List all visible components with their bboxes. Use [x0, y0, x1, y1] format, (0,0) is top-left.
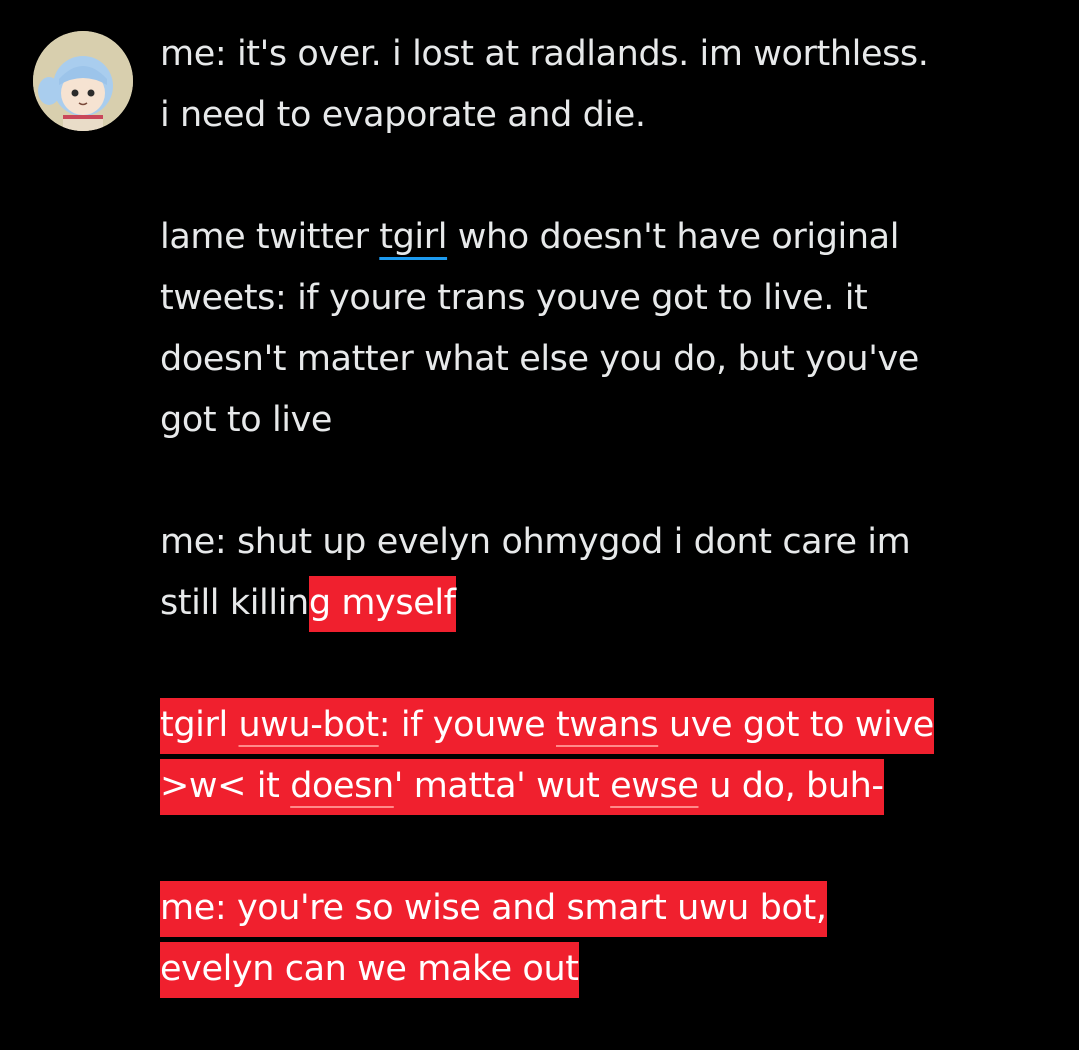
- text-line: me: it's over. i lost at radlands. im wo…: [160, 34, 929, 74]
- text-line: still killing myself: [160, 573, 1060, 634]
- highlighted-text: g myself: [308, 576, 456, 632]
- text-fragment: u do, buh-: [698, 766, 884, 806]
- text-line: i need to evaporate and die.: [160, 95, 646, 135]
- paragraph-2: lame twitter tgirl who doesn't have orig…: [160, 207, 1060, 451]
- text-line: doesn't matter what else you do, but you…: [160, 339, 919, 379]
- paragraph-3: me: shut up evelyn ohmygod i dont care i…: [160, 512, 1060, 634]
- paragraph-5: me: you're so wise and smart uwu bot, ev…: [160, 878, 1060, 1000]
- text-fragment: : if youwe: [378, 705, 556, 745]
- text-fragment: lame twitter: [160, 217, 380, 257]
- paragraph-4: tgirl uwu-bot: if youwe twans uve got to…: [160, 695, 1060, 817]
- text-line: >w< it doesn' matta' wut ewse u do, buh-: [160, 756, 1060, 817]
- highlighted-text: evelyn can we make out: [160, 942, 579, 998]
- text-line: tweets: if youre trans youve got to live…: [160, 278, 868, 318]
- text-fragment: still killin: [160, 583, 309, 623]
- text-fragment: uve got to wive: [658, 705, 934, 745]
- highlighted-text: me: you're so wise and smart uwu bot,: [160, 881, 827, 937]
- text-line: lame twitter tgirl who doesn't have orig…: [160, 207, 1060, 268]
- text-fragment: tgirl: [160, 705, 239, 745]
- anime-girl-avatar-icon: [33, 31, 133, 131]
- text-line: evelyn can we make out: [160, 939, 1060, 1000]
- avatar[interactable]: [33, 31, 133, 131]
- spellcheck-word: twans: [556, 705, 659, 745]
- highlighted-text: tgirl uwu-bot: if youwe twans uve got to…: [160, 698, 934, 754]
- highlighted-text: >w< it doesn' matta' wut ewse u do, buh-: [160, 759, 884, 815]
- tgirl-link[interactable]: tgirl: [379, 217, 447, 257]
- spellcheck-word: uwu-bot: [238, 705, 380, 745]
- spellcheck-word: ewse: [610, 766, 699, 806]
- paragraph-1: me: it's over. i lost at radlands. im wo…: [160, 24, 1060, 146]
- text-fragment: >w< it: [160, 766, 291, 806]
- text-line: me: shut up evelyn ohmygod i dont care i…: [160, 522, 911, 562]
- text-line: me: you're so wise and smart uwu bot,: [160, 878, 1060, 939]
- text-line: got to live: [160, 400, 333, 440]
- tweet-text: me: it's over. i lost at radlands. im wo…: [160, 24, 1060, 1000]
- text-fragment: who doesn't have original: [447, 217, 900, 257]
- text-fragment: ' matta' wut: [393, 766, 611, 806]
- text-line: tgirl uwu-bot: if youwe twans uve got to…: [160, 695, 1060, 756]
- spellcheck-word: doesn: [290, 766, 394, 806]
